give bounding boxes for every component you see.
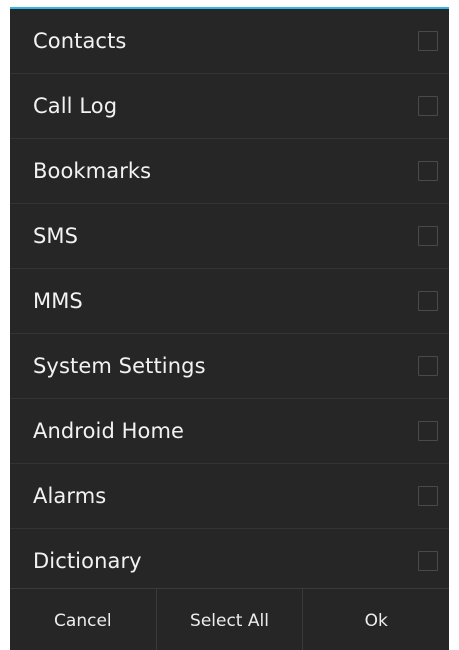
- list-item-label: System Settings: [33, 354, 206, 378]
- bookmarks-checkbox[interactable]: [418, 161, 438, 181]
- select-all-button[interactable]: Select All: [155, 589, 303, 650]
- list-item-label: Call Log: [33, 94, 118, 118]
- dialog-button-bar: Cancel Select All Ok: [10, 588, 449, 650]
- call-log-checkbox[interactable]: [418, 96, 438, 116]
- ok-button[interactable]: Ok: [302, 589, 449, 650]
- alarms-checkbox[interactable]: [418, 486, 438, 506]
- list-item-label: Bookmarks: [33, 159, 152, 183]
- data-type-list[interactable]: Contacts Call Log Bookmarks SMS MMS Syst…: [10, 9, 449, 588]
- mms-checkbox[interactable]: [418, 291, 438, 311]
- cancel-button[interactable]: Cancel: [10, 589, 156, 650]
- list-item-call-log[interactable]: Call Log: [10, 74, 449, 139]
- list-item-label: SMS: [33, 224, 79, 248]
- list-item-dictionary[interactable]: Dictionary: [10, 529, 449, 588]
- sms-checkbox[interactable]: [418, 226, 438, 246]
- list-item-label: MMS: [33, 289, 83, 313]
- list-item-system-settings[interactable]: System Settings: [10, 334, 449, 399]
- system-settings-checkbox[interactable]: [418, 356, 438, 376]
- list-item-android-home[interactable]: Android Home: [10, 399, 449, 464]
- list-item-label: Alarms: [33, 484, 107, 508]
- backup-selection-dialog: Contacts Call Log Bookmarks SMS MMS Syst…: [10, 7, 449, 650]
- list-item-label: Dictionary: [33, 549, 142, 573]
- dictionary-checkbox[interactable]: [418, 551, 438, 571]
- list-item-mms[interactable]: MMS: [10, 269, 449, 334]
- list-item-label: Contacts: [33, 29, 127, 53]
- list-item-label: Android Home: [33, 419, 185, 443]
- list-item-contacts[interactable]: Contacts: [10, 9, 449, 74]
- list-item-bookmarks[interactable]: Bookmarks: [10, 139, 449, 204]
- contacts-checkbox[interactable]: [418, 31, 438, 51]
- list-item-sms[interactable]: SMS: [10, 204, 449, 269]
- list-item-alarms[interactable]: Alarms: [10, 464, 449, 529]
- android-home-checkbox[interactable]: [418, 421, 438, 441]
